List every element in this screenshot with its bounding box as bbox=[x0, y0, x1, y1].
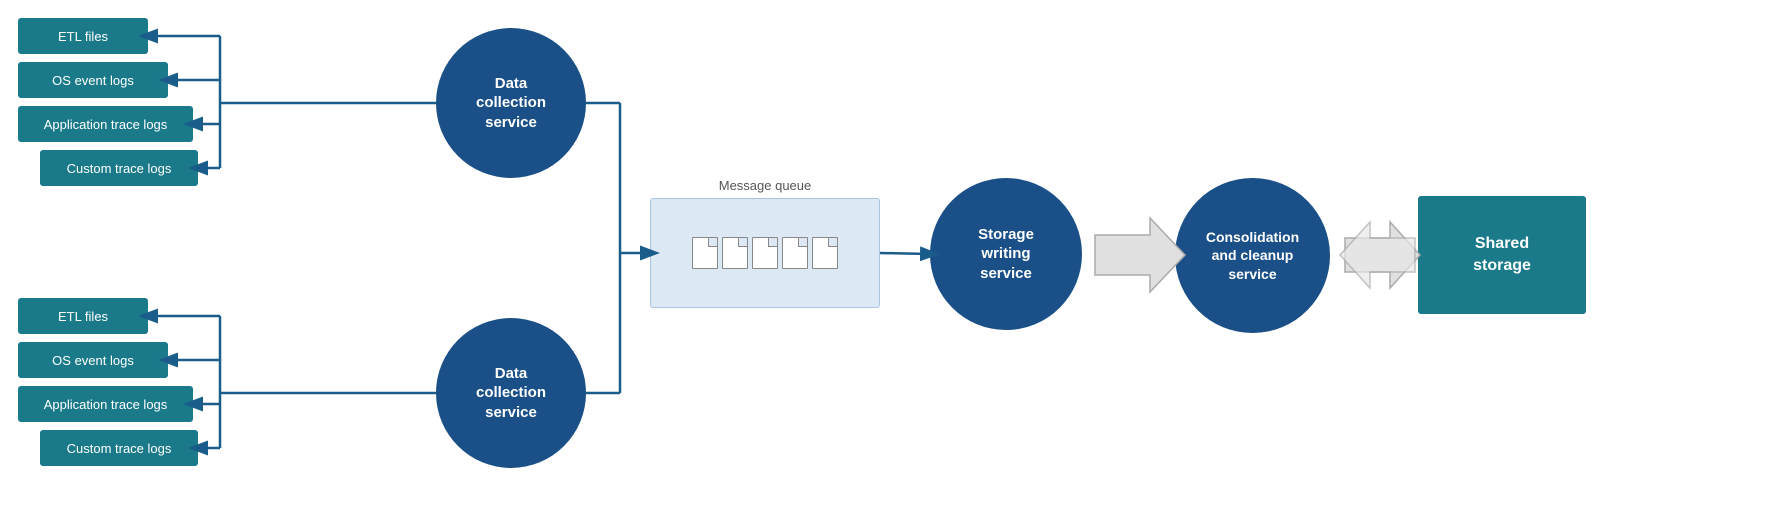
storage-writing-service: Storagewritingservice bbox=[930, 178, 1082, 330]
doc-icon-3 bbox=[752, 237, 778, 269]
message-queue bbox=[650, 198, 880, 308]
message-queue-label: Message queue bbox=[650, 178, 880, 193]
custom-trace-logs-bottom: Custom trace logs bbox=[40, 430, 198, 466]
os-event-logs-top: OS event logs bbox=[18, 62, 168, 98]
app-trace-logs-bottom: Application trace logs bbox=[18, 386, 193, 422]
data-collection-service-bottom: Datacollectionservice bbox=[436, 318, 586, 468]
custom-trace-logs-top: Custom trace logs bbox=[40, 150, 198, 186]
os-event-logs-bottom: OS event logs bbox=[18, 342, 168, 378]
shared-storage: Sharedstorage bbox=[1418, 196, 1586, 314]
data-collection-service-top: Datacollectionservice bbox=[436, 28, 586, 178]
etl-files-top: ETL files bbox=[18, 18, 148, 54]
architecture-diagram: ETL files OS event logs Application trac… bbox=[0, 0, 1771, 516]
etl-files-bottom: ETL files bbox=[18, 298, 148, 334]
doc-icon-5 bbox=[812, 237, 838, 269]
doc-icon-4 bbox=[782, 237, 808, 269]
consolidation-cleanup-service: Consolidationand cleanupservice bbox=[1175, 178, 1330, 333]
doc-icon-1 bbox=[692, 237, 718, 269]
app-trace-logs-top: Application trace logs bbox=[18, 106, 193, 142]
doc-icon-2 bbox=[722, 237, 748, 269]
